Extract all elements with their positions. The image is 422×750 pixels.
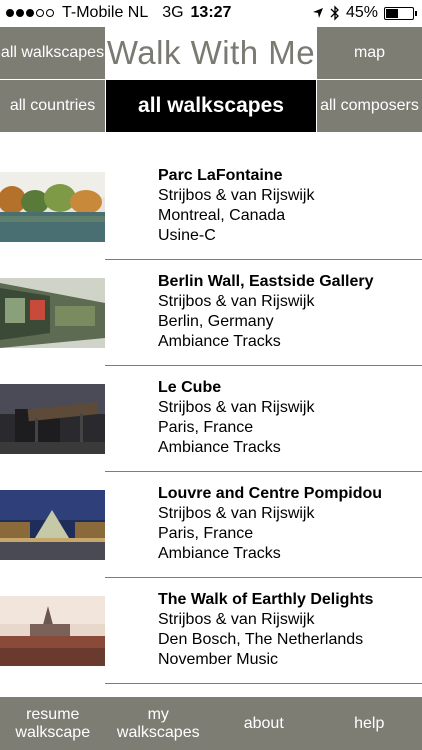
resume-walkscape-button[interactable]: resume walkscape [0,697,106,750]
walkscape-label: Ambiance Tracks [158,439,281,456]
walkscape-location: Paris, France [158,525,254,542]
walkscape-location: Berlin, Germany [158,313,274,330]
status-left: T-Mobile NL 3G [6,4,184,22]
battery-fill [386,8,398,18]
status-right: 45% [312,4,417,22]
walkscape-info: Louvre and Centre Pompidou Strijbos & va… [158,484,382,564]
list-item[interactable]: Le Cube Strijbos & van Rijswijk Paris, F… [0,378,422,484]
location-arrow-icon [312,8,323,18]
list-item[interactable]: The Walk of Earthly Delights Strijbos & … [0,590,422,696]
signal-strength-icon [6,9,54,17]
walkscape-label: Ambiance Tracks [158,333,281,350]
all-walkscapes-tab[interactable]: all walkscapes [106,80,316,132]
walkscape-thumbnail [0,172,105,242]
all-walkscapes-button[interactable]: all walkscapes [0,27,105,79]
divider [105,471,422,472]
bottom-nav: resume walkscape my walkscapes about help [0,697,422,750]
resume-line1: resume [26,705,80,723]
divider [105,365,422,366]
walkscape-location: Den Bosch, The Netherlands [158,631,364,648]
walkscape-name: Louvre and Centre Pompidou [158,485,383,502]
battery-icon [384,6,417,20]
walkscape-name: Le Cube [158,379,222,396]
bluetooth-icon [330,5,339,21]
carrier-name: T-Mobile NL [62,4,149,21]
walkscape-artist: Strijbos & van Rijswijk [158,293,315,310]
list-item[interactable]: Parc LaFontaine Strijbos & van Rijswijk … [0,166,422,272]
walkscape-artist: Strijbos & van Rijswijk [158,611,315,628]
network-type: 3G [162,4,184,21]
list-item[interactable]: Berlin Wall, Eastside Gallery Strijbos &… [0,272,422,378]
walkscape-thumbnail [0,278,105,348]
walkscape-thumbnail [0,596,105,666]
my-line2: walkscapes [116,723,200,741]
walkscape-thumbnail [0,384,105,454]
walkscape-label: November Music [158,651,279,668]
header: all walkscapes Walk With Me map [0,27,422,79]
filter-bar: all countries all walkscapes all compose… [0,80,422,132]
divider [105,577,422,578]
app-title: Walk With Me [106,34,316,71]
walkscape-location: Paris, France [158,419,254,436]
walkscape-info: Berlin Wall, Eastside Gallery Strijbos &… [158,272,374,352]
walkscape-location: Montreal, Canada [158,207,286,224]
about-button[interactable]: about [211,697,317,750]
battery-percent: 45% [345,4,378,21]
walkscape-thumbnail [0,490,105,560]
walkscape-list: Parc LaFontaine Strijbos & van Rijswijk … [0,166,422,696]
walkscape-info: The Walk of Earthly Delights Strijbos & … [158,590,373,670]
divider [105,683,422,684]
all-countries-filter[interactable]: all countries [0,80,105,132]
walkscape-label: Usine-C [158,227,216,244]
my-walkscapes-button[interactable]: my walkscapes [106,697,212,750]
help-button[interactable]: help [317,697,422,750]
resume-line2: walkscape [15,723,91,741]
map-button[interactable]: map [317,27,422,79]
walkscape-info: Le Cube Strijbos & van Rijswijk Paris, F… [158,378,314,458]
walkscape-info: Parc LaFontaine Strijbos & van Rijswijk … [158,166,314,246]
all-composers-filter[interactable]: all composers [317,80,422,132]
walkscape-name: Berlin Wall, Eastside Gallery [158,273,374,290]
walkscape-label: Ambiance Tracks [158,545,281,562]
walkscape-artist: Strijbos & van Rijswijk [158,505,315,522]
walkscape-name: The Walk of Earthly Delights [158,591,374,608]
walkscape-artist: Strijbos & van Rijswijk [158,187,315,204]
list-item[interactable]: Louvre and Centre Pompidou Strijbos & va… [0,484,422,590]
walkscape-artist: Strijbos & van Rijswijk [158,399,315,416]
status-bar: T-Mobile NL 3G 13:27 45% [0,0,422,27]
walkscape-name: Parc LaFontaine [158,167,283,184]
divider [105,259,422,260]
my-line1: my [147,705,169,723]
